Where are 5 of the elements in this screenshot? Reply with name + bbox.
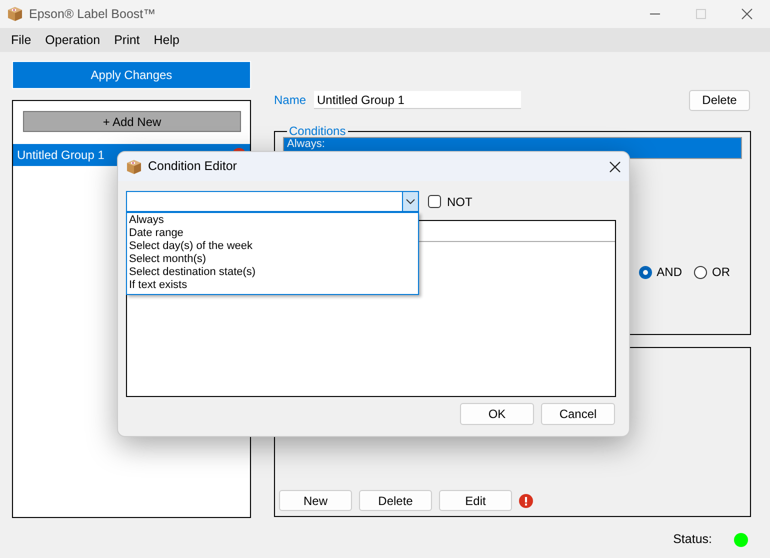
dialog-title: Condition Editor bbox=[148, 158, 237, 176]
name-label: Name bbox=[274, 92, 306, 109]
window-title: Epson® Label Boost™ bbox=[29, 6, 156, 23]
groupbox-title: Conditions bbox=[288, 125, 347, 137]
status-label: Status: bbox=[673, 531, 712, 548]
